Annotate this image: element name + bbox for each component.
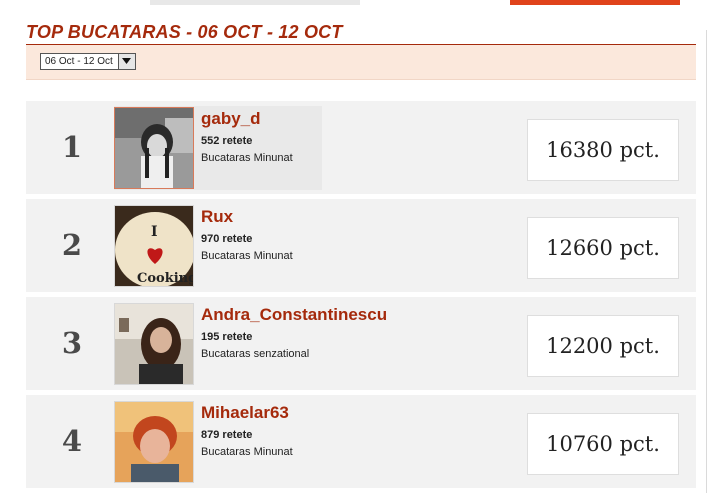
recipe-count: 879 retete xyxy=(201,429,253,441)
page-title: TOP BUCATARAS - 06 OCT - 12 OCT xyxy=(26,22,343,42)
avatar-letter: I xyxy=(151,224,158,240)
week-select-value: 06 Oct - 12 Oct xyxy=(45,56,113,67)
leaderboard-row: 3 Andra_Constantinescu 195 retete Bucata… xyxy=(26,297,696,390)
points-box: 12660 pct. xyxy=(527,217,679,279)
user-photo-icon xyxy=(115,304,193,384)
username-link[interactable]: Rux xyxy=(201,207,233,227)
rank-title: Bucataras senzational xyxy=(201,348,310,360)
rank-number: 2 xyxy=(61,228,83,262)
rank-number: 4 xyxy=(61,424,83,458)
i-love-cooking-icon: I Cooking xyxy=(115,206,194,286)
banner-segment xyxy=(150,0,360,5)
scrollbar-edge xyxy=(706,30,714,493)
recipe-count: 552 retete xyxy=(201,135,253,147)
rank-title: Bucataras Minunat xyxy=(201,446,293,458)
week-select[interactable]: 06 Oct - 12 Oct xyxy=(40,53,136,70)
top-banner-strip xyxy=(0,0,714,6)
rank-number: 3 xyxy=(61,326,83,360)
dropdown-button[interactable] xyxy=(118,54,135,69)
leaderboard-row: 4 Mihaelar63 879 retete Bucataras Minuna… xyxy=(26,395,696,488)
username-link[interactable]: Mihaelar63 xyxy=(201,403,289,423)
leaderboard-row: 1 gaby_d 552 retete Bucataras Minunat 16… xyxy=(26,101,696,194)
avatar[interactable] xyxy=(114,303,194,385)
chevron-down-icon xyxy=(122,58,131,64)
rank-number: 1 xyxy=(61,130,83,164)
points-box: 12200 pct. xyxy=(527,315,679,377)
user-photo-icon xyxy=(115,108,193,188)
banner-segment xyxy=(510,0,680,5)
recipe-count: 970 retete xyxy=(201,233,253,245)
recipe-count: 195 retete xyxy=(201,331,253,343)
avatar[interactable]: I Cooking xyxy=(114,205,194,287)
user-photo-icon xyxy=(115,402,193,482)
rank-title: Bucataras Minunat xyxy=(201,250,293,262)
points-box: 16380 pct. xyxy=(527,119,679,181)
leaderboard-row: 2 I Cooking Rux 970 retete Bucataras Min… xyxy=(26,199,696,292)
leaderboard-list: 1 gaby_d 552 retete Bucataras Minunat 16… xyxy=(26,101,696,493)
avatar[interactable] xyxy=(114,401,194,483)
username-link[interactable]: gaby_d xyxy=(201,109,261,129)
rank-title: Bucataras Minunat xyxy=(201,152,293,164)
avatar[interactable] xyxy=(114,107,194,189)
avatar-word: Cooking xyxy=(137,271,194,286)
points-box: 10760 pct. xyxy=(527,413,679,475)
username-link[interactable]: Andra_Constantinescu xyxy=(201,305,387,325)
filter-bar: 06 Oct - 12 Oct xyxy=(26,45,696,80)
